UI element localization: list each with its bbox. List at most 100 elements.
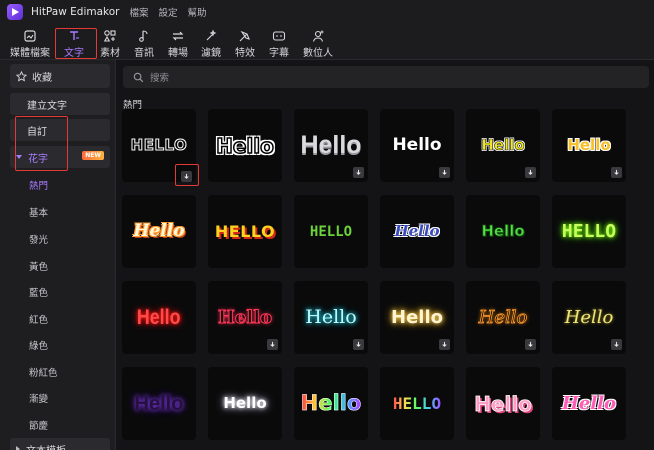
tab-effects[interactable]: 特效 [235, 27, 255, 59]
text-preset-tile[interactable]: Hello [466, 367, 540, 440]
tile-preview-text: Hello [474, 391, 533, 416]
transition-icon [171, 29, 185, 43]
text-preset-tile[interactable]: HELLO [294, 195, 368, 268]
tile-preview-text: Hello [564, 306, 614, 328]
text-preset-tile[interactable]: Hello [208, 281, 282, 354]
avatar-icon [311, 29, 325, 43]
category-green[interactable]: 綠色 [29, 338, 48, 352]
text-preset-tile[interactable]: Hello [122, 195, 196, 268]
text-preset-tile[interactable]: Hello [208, 109, 282, 182]
search-bar[interactable]: 搜索 [123, 66, 649, 88]
main-panel: 搜索 熱門 HELLO Hello Hello Hello Hello Hell… [117, 60, 654, 450]
tile-preview-text: Hello [481, 222, 525, 240]
category-hot[interactable]: 熱門 [29, 178, 48, 192]
sidebar-custom-label: 自訂 [27, 126, 47, 138]
text-preset-tile[interactable]: Hello [466, 281, 540, 354]
text-preset-tile[interactable]: HELLO [208, 195, 282, 268]
text-preset-tile[interactable]: Hello [380, 281, 454, 354]
media-icon [23, 29, 37, 43]
text-preset-tile[interactable]: Hello [122, 367, 196, 440]
menu-file[interactable]: 檔案 [129, 5, 148, 19]
tile-preview-text: Hello [300, 391, 362, 415]
menu-settings[interactable]: 設定 [159, 5, 178, 19]
tab-text[interactable]: 文字 [64, 27, 84, 59]
sidebar-text-templates-label: 文本模板 [26, 442, 66, 450]
create-text-label: 建立文字 [27, 100, 67, 112]
tile-preview-text: Hello [223, 394, 267, 412]
download-icon[interactable] [439, 339, 450, 350]
effects-icon [238, 29, 252, 43]
text-preset-tile[interactable]: Hello [466, 195, 540, 268]
download-icon[interactable] [525, 167, 536, 178]
category-pink[interactable]: 粉紅色 [29, 365, 58, 379]
download-icon[interactable] [353, 167, 364, 178]
tab-filters[interactable]: 濾鏡 [201, 27, 221, 59]
tab-filters-label: 濾鏡 [201, 48, 221, 59]
tab-media[interactable]: 媒體檔案 [10, 27, 50, 59]
tab-digital-human[interactable]: 數位人 [303, 27, 333, 59]
title-bar: HitPaw Edimakor 檔案 設定 幫助 [0, 0, 654, 24]
search-input[interactable]: 搜索 [150, 70, 169, 84]
tile-preview-text: HELLO [309, 223, 353, 240]
sidebar-custom[interactable]: 自訂 [10, 119, 110, 141]
caret-down-icon [16, 155, 22, 159]
text-preset-tile[interactable]: Hello [380, 109, 454, 182]
tile-preview-text: HELLO [561, 220, 617, 242]
text-preset-tile[interactable]: Hello [552, 367, 626, 440]
tab-effects-label: 特效 [235, 48, 255, 59]
menu-help[interactable]: 幫助 [188, 5, 207, 19]
text-preset-tile[interactable]: Hello [466, 109, 540, 182]
tab-transitions-label: 轉場 [168, 48, 188, 59]
category-blue[interactable]: 藍色 [29, 285, 48, 299]
tile-preview-text: Hello [561, 392, 617, 414]
subtitle-icon [272, 29, 286, 43]
caret-right-icon [16, 446, 20, 450]
tile-preview-text: Hello [133, 221, 185, 241]
new-badge: NEW [82, 151, 104, 160]
category-festival[interactable]: 節慶 [29, 418, 48, 432]
download-icon[interactable] [439, 167, 450, 178]
download-icon[interactable] [267, 339, 278, 350]
star-icon [16, 70, 27, 82]
category-basic[interactable]: 基本 [29, 205, 48, 219]
tile-preview-text: Hello [137, 306, 181, 329]
sidebar-favorites[interactable]: 收藏 [10, 64, 110, 88]
category-gradient[interactable]: 漸變 [29, 391, 48, 405]
create-text-button[interactable]: 建立文字 [10, 93, 110, 115]
tile-preview-text: Hello [478, 306, 528, 328]
text-preset-tile[interactable]: HELLO [552, 195, 626, 268]
tab-media-label: 媒體檔案 [10, 48, 50, 59]
text-preset-tile[interactable]: Hello [552, 109, 626, 182]
category-red[interactable]: 紅色 [29, 312, 48, 326]
tab-elements[interactable]: 素材 [100, 27, 120, 59]
tab-audio-label: 音訊 [134, 48, 154, 59]
text-preset-tile[interactable]: Hello [294, 281, 368, 354]
download-icon[interactable] [525, 339, 536, 350]
category-glow[interactable]: 發光 [29, 232, 48, 246]
download-icon[interactable] [611, 167, 622, 178]
elements-icon [103, 29, 117, 43]
tile-preview-text: Hello [305, 306, 357, 328]
tab-text-label: 文字 [64, 48, 84, 59]
download-icon[interactable] [611, 339, 622, 350]
text-preset-tile[interactable]: Hello [294, 109, 368, 182]
sidebar-text-templates[interactable]: 文本模板 [10, 438, 110, 450]
text-preset-tile[interactable]: Hello [294, 367, 368, 440]
text-preset-tile[interactable]: Hello [380, 195, 454, 268]
tile-preview-text: Hello [217, 306, 273, 328]
text-preset-tile[interactable]: Hello [208, 367, 282, 440]
tab-digital-human-label: 數位人 [303, 48, 333, 59]
tile-preview-text: Hello [567, 136, 611, 154]
download-icon[interactable] [181, 171, 192, 182]
tile-preview-text: Hello [215, 133, 274, 158]
text-preset-tile[interactable]: Hello [552, 281, 626, 354]
sidebar-fancy-text-label: 花字 [28, 153, 48, 165]
download-icon[interactable] [353, 339, 364, 350]
tab-transitions[interactable]: 轉場 [168, 27, 188, 59]
tab-audio[interactable]: 音訊 [134, 27, 154, 59]
tab-subtitles[interactable]: 字幕 [269, 27, 289, 59]
text-preset-tile[interactable]: Hello [122, 281, 196, 354]
sidebar-fancy-text[interactable]: 花字 NEW [10, 146, 110, 168]
text-preset-tile[interactable]: HELLO [380, 367, 454, 440]
category-yellow[interactable]: 黃色 [29, 259, 48, 273]
